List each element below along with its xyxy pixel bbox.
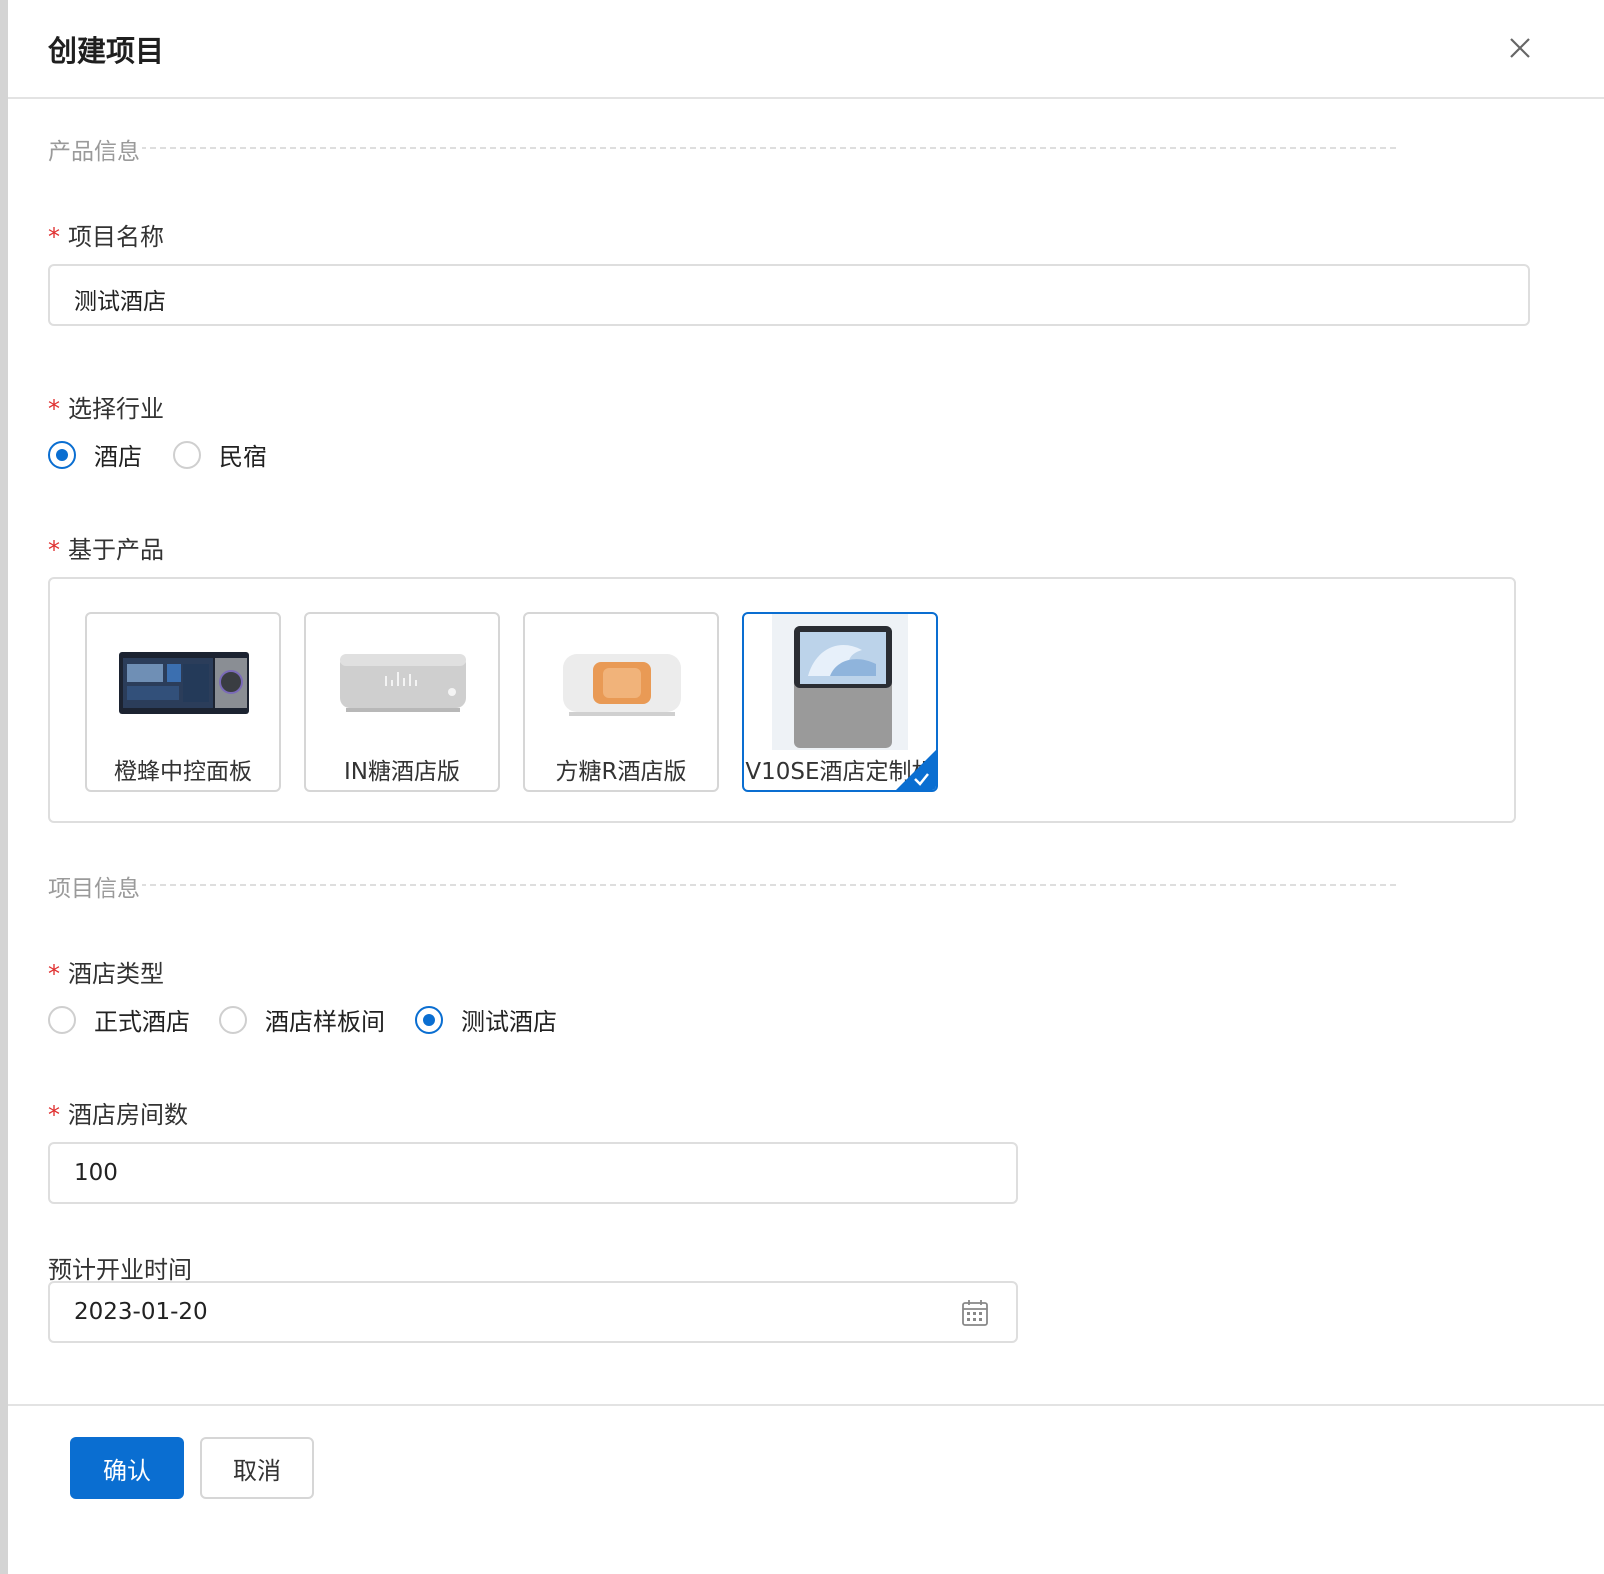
required-marker: * [48,395,60,423]
project-name-label: * 项目名称 [48,223,164,251]
calendar-icon[interactable] [960,1298,990,1328]
product-name: 橙蜂中控面板 [114,759,252,785]
room-count-input[interactable]: 100 [48,1142,1018,1204]
product-card[interactable]: 方糖R酒店版 [523,612,719,792]
dialog-header: 创建项目 [8,0,1604,99]
confirm-button[interactable]: 确认 [70,1437,184,1499]
required-marker: * [48,960,60,988]
speaker-image [340,654,466,712]
product-label: * 基于产品 [48,536,164,564]
required-marker: * [48,223,60,251]
hotel-type-radio-test[interactable]: 测试酒店 [415,1002,557,1037]
project-name-input[interactable]: 测试酒店 [48,264,1530,326]
industry-radio-hotel[interactable]: 酒店 [48,437,142,472]
hotel-type-radio-sample-room[interactable]: 酒店样板间 [219,1002,385,1037]
required-marker: * [48,1101,60,1129]
radio-indicator [48,1005,76,1034]
open-date-label: 预计开业时间 [48,1256,192,1284]
product-name: IN糖酒店版 [344,759,460,785]
close-icon [1510,38,1530,58]
product-name: 方糖R酒店版 [555,759,687,785]
hotel-type-radio-formal[interactable]: 正式酒店 [48,1002,190,1037]
open-date-picker[interactable]: 2023-01-20 [48,1281,1018,1343]
radio-label: 酒店样板间 [265,1008,385,1036]
footer-divider [8,1404,1604,1406]
radio-label: 测试酒店 [461,1008,557,1036]
radio-label: 民宿 [219,443,267,471]
hotel-type-label: * 酒店类型 [48,960,164,988]
room-count-label: * 酒店房间数 [48,1101,188,1129]
radio-indicator [219,1005,247,1034]
radio-indicator [415,1005,443,1034]
page-backdrop [0,0,8,1574]
product-card[interactable]: IN糖酒店版 [304,612,500,792]
radio-indicator [173,440,201,469]
product-card[interactable]: V10SE酒店定制机 [742,612,938,792]
industry-radio-homestay[interactable]: 民宿 [173,437,267,472]
project-info-divider: 项目信息 [48,869,1396,903]
selected-check-icon [896,750,936,790]
control-panel-image [119,652,249,714]
close-button[interactable] [1500,28,1540,68]
speaker-image [563,654,681,716]
radio-indicator [48,440,76,469]
project-info-heading: 项目信息 [48,869,142,903]
required-marker: * [48,536,60,564]
create-project-dialog: 创建项目 产品信息 * 项目名称 测试酒店 * 选择行业 酒店 民宿 * 基于产品 [8,0,1604,1574]
product-selector: 橙蜂中控面板 IN糖酒店版 方糖R酒店版 V10SE酒店定制机 [48,577,1516,823]
radio-label: 正式酒店 [94,1008,190,1036]
cancel-button[interactable]: 取消 [200,1437,314,1499]
open-date-value: 2023-01-20 [74,1299,208,1325]
room-count-value: 100 [74,1160,118,1186]
industry-label: * 选择行业 [48,395,164,423]
project-name-value: 测试酒店 [74,289,166,315]
product-card[interactable]: 橙蜂中控面板 [85,612,281,792]
radio-label: 酒店 [94,443,142,471]
dialog-title: 创建项目 [48,34,165,68]
smart-display-image [772,614,908,750]
product-info-heading: 产品信息 [48,132,142,166]
product-info-divider: 产品信息 [48,132,1396,166]
